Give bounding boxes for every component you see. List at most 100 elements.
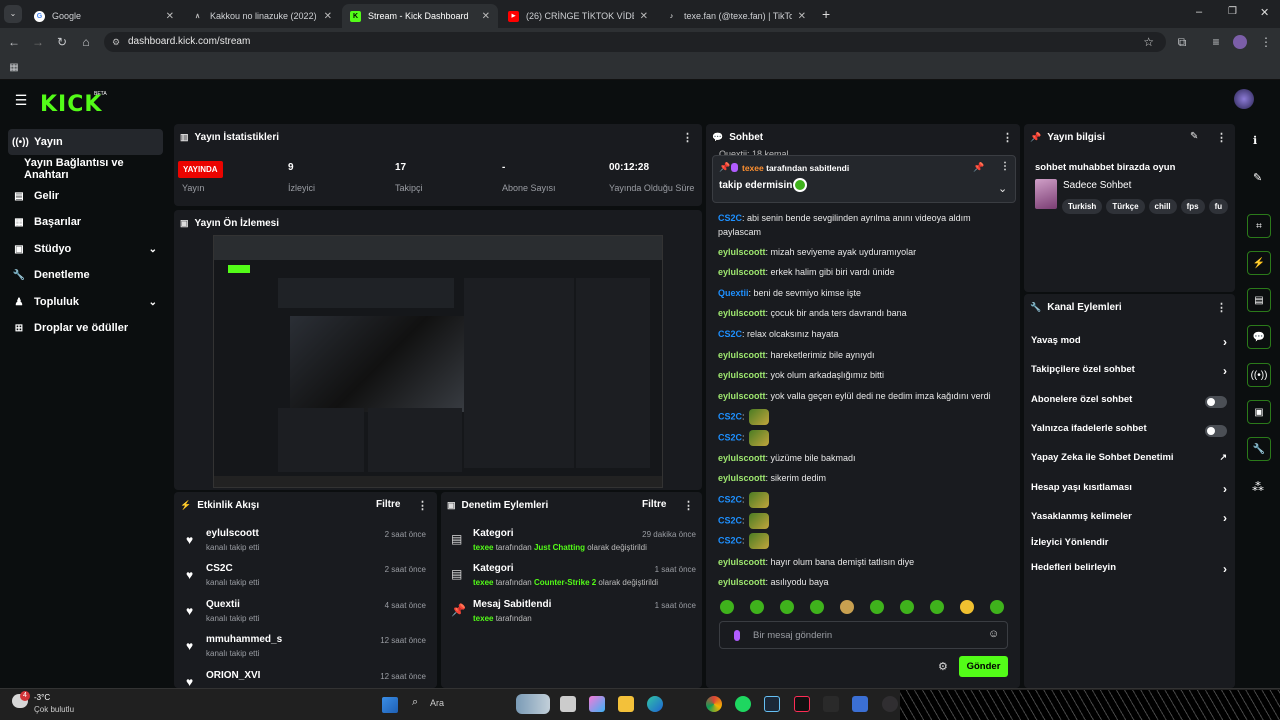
sidebar-item-stream-key[interactable]: Yayın Bağlantısı ve Anahtarı (20, 156, 170, 182)
emote-icon[interactable] (930, 600, 944, 614)
user-avatar[interactable] (1234, 89, 1254, 109)
address-bar[interactable]: ⚙ dashboard.kick.com/stream ☆ (104, 32, 1166, 52)
site-info-icon[interactable]: ⚙ (112, 32, 120, 52)
chat-username[interactable]: CS2C (718, 515, 742, 525)
sidebar-item-gelir[interactable]: ▤ Gelir (8, 183, 163, 209)
emote-icon[interactable] (840, 600, 854, 614)
tab-youtube[interactable]: ▶ (26) CRİNGE TİKTOK VİDEOLARI ✕ (500, 4, 656, 28)
activity-filter-button[interactable]: Filtre (376, 499, 400, 510)
home-icon[interactable]: ⌂ (78, 35, 94, 49)
reload-icon[interactable]: ↻ (54, 35, 70, 49)
minimize-button[interactable]: – (1196, 6, 1202, 18)
tab-search-button[interactable]: ⌄ (4, 5, 22, 23)
chat-username[interactable]: eylulscoott (718, 577, 766, 587)
more-icon[interactable]: ⋮ (682, 131, 693, 144)
apps-grid-icon[interactable]: ▦ (6, 61, 22, 75)
chat-username[interactable]: eylulscoott (718, 557, 766, 567)
chat-rail-icon[interactable]: 💬 (1247, 325, 1271, 349)
chat-username[interactable]: CS2C (718, 329, 742, 339)
lightning-icon[interactable]: ⚡ (1247, 251, 1271, 275)
emoji-picker-icon[interactable]: ☺ (988, 628, 999, 640)
apps-rail-icon[interactable]: ⁂ (1252, 480, 1264, 494)
close-icon[interactable]: ✕ (324, 11, 332, 22)
tiktok-app-icon[interactable] (794, 696, 810, 712)
taskbar-search-icon[interactable]: ⌕ (412, 696, 418, 709)
info-icon[interactable]: ℹ (1253, 134, 1257, 147)
sidebar-item-studyo[interactable]: ▣ Stüdyo ⌄ (8, 236, 163, 262)
emote-icon[interactable] (720, 600, 734, 614)
sidebar-item-yayin[interactable]: ((•)) Yayın (8, 129, 163, 155)
mod-filter-button[interactable]: Filtre (642, 499, 666, 510)
more-icon[interactable]: ⋮ (1216, 301, 1227, 314)
emotes-only-toggle[interactable] (1205, 425, 1227, 437)
steam-icon[interactable] (764, 696, 780, 712)
emote-icon[interactable] (780, 600, 794, 614)
chat-username[interactable]: eylulscoott (718, 267, 766, 277)
pinned-message[interactable]: 📌 texee tarafından sabitlendi 📌 ⋮ takip … (712, 155, 1016, 203)
subscribers-only-toggle[interactable] (1205, 396, 1227, 408)
back-icon[interactable]: ← (6, 35, 22, 49)
clip-icon[interactable]: ⌗ (1247, 214, 1271, 238)
sidebar-item-basarilar[interactable]: ▦ Başarılar (8, 209, 163, 235)
copilot-icon[interactable] (589, 696, 605, 712)
chat-username[interactable]: CS2C (718, 494, 742, 504)
layers-icon[interactable]: ▣ (1247, 400, 1271, 424)
start-button[interactable] (382, 697, 398, 713)
wrench-rail-icon[interactable]: 🔧 (1247, 437, 1271, 461)
epic-games-icon[interactable] (823, 696, 839, 712)
chat-username[interactable]: eylulscoott (718, 370, 766, 380)
sidebar-item-denetleme[interactable]: 🔧 Denetleme (8, 262, 163, 288)
emote-icon[interactable] (810, 600, 824, 614)
tab-google[interactable]: G Google ✕ (26, 4, 182, 28)
close-icon[interactable]: ✕ (482, 11, 490, 22)
tab-kick-dashboard[interactable]: K Stream - Kick Dashboard ✕ (342, 4, 498, 28)
edge-icon[interactable] (647, 696, 663, 712)
chat-username[interactable]: eylulscoott (718, 473, 766, 483)
chat-username[interactable]: CS2C (718, 213, 742, 223)
maximize-button[interactable]: ❐ (1228, 6, 1237, 17)
chat-username[interactable]: eylulscoott (718, 391, 766, 401)
browser-menu-icon[interactable]: ⋮ (1258, 35, 1274, 49)
obs-icon[interactable] (882, 696, 898, 712)
extensions-icon[interactable]: ⧉ (1174, 35, 1190, 49)
more-icon[interactable]: ⋮ (1000, 161, 1010, 172)
media-controls-icon[interactable]: ≡ (1208, 35, 1224, 49)
chat-username[interactable]: CS2C (718, 535, 742, 545)
chat-username[interactable]: CS2C (718, 432, 742, 442)
action-set-goals[interactable]: Hedefleri belirleyin › (1031, 562, 1227, 578)
chat-username[interactable]: eylulscoott (718, 350, 766, 360)
emote-icon[interactable] (900, 600, 914, 614)
action-account-age[interactable]: Hesap yaşı kısıtlaması › (1031, 482, 1227, 498)
emote-icon[interactable] (960, 600, 974, 614)
close-icon[interactable]: ✕ (640, 11, 648, 22)
chat-username[interactable]: Quextii (718, 288, 749, 298)
more-icon[interactable]: ⋮ (1216, 131, 1227, 144)
profile-avatar[interactable] (1233, 35, 1247, 49)
send-button[interactable]: Gönder (959, 656, 1008, 677)
action-banned-words[interactable]: Yasaklanmış kelimeler › (1031, 511, 1227, 527)
edit-icon[interactable]: ✎ (1190, 131, 1198, 142)
action-followers-only[interactable]: Takipçilere özel sohbet › (1031, 364, 1227, 380)
chrome-icon[interactable] (706, 696, 722, 712)
chat-input[interactable]: Bir mesaj gönderin ☺ (719, 621, 1008, 649)
chat-username[interactable]: eylulscoott (718, 453, 766, 463)
document-icon[interactable]: ▤ (1247, 288, 1271, 312)
chevron-down-icon[interactable]: ⌄ (998, 182, 1007, 195)
hamburger-menu-icon[interactable]: ☰ (13, 93, 29, 107)
broadcast-rail-icon[interactable]: ((•)) (1247, 363, 1271, 387)
close-icon[interactable]: ✕ (166, 11, 174, 22)
action-ai-moderation[interactable]: Yapay Zeka ile Sohbet Denetimi ↗ (1031, 452, 1227, 468)
forward-icon[interactable]: → (30, 35, 46, 49)
emote-icon[interactable] (750, 600, 764, 614)
sidebar-item-topluluk[interactable]: ♟ Topluluk ⌄ (8, 289, 163, 315)
new-tab-button[interactable]: + (822, 6, 830, 22)
sidebar-item-droplar[interactable]: ⊞ Droplar ve ödüller (8, 315, 163, 341)
unpin-icon[interactable]: 📌 (973, 162, 984, 173)
tab-tiktok[interactable]: ♪ texe.fan (@texe.fan) | TikTok ✕ (658, 4, 814, 28)
bookmark-star-icon[interactable]: ☆ (1143, 32, 1154, 52)
tab-anime[interactable]: ∧ Kakkou no linazuke (2022) - An ✕ (184, 4, 340, 28)
file-explorer-icon[interactable] (618, 696, 634, 712)
spotify-icon[interactable] (735, 696, 751, 712)
edit-rail-icon[interactable]: ✎ (1253, 171, 1262, 184)
more-icon[interactable]: ⋮ (683, 499, 694, 512)
